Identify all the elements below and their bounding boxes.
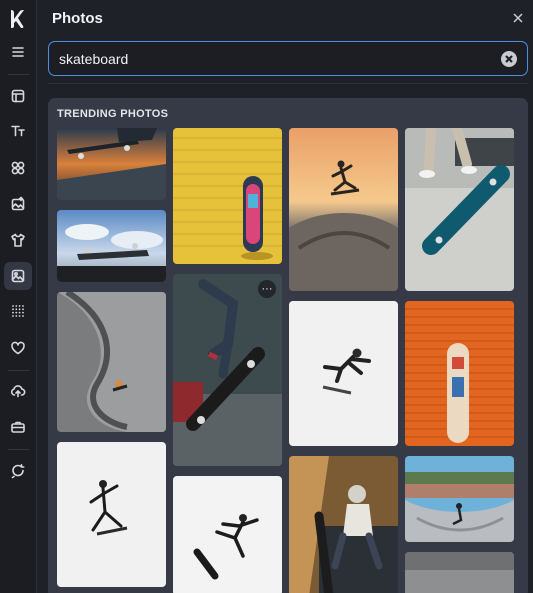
more-options-icon[interactable]: ··· (258, 280, 276, 298)
photo-thumbnail[interactable] (173, 476, 282, 593)
photo-thumbnail[interactable] (405, 301, 514, 446)
photo-thumbnail[interactable] (173, 128, 282, 264)
photo-thumbnail[interactable] (289, 128, 398, 291)
photo-thumbnail[interactable] (289, 456, 398, 593)
close-icon[interactable] (511, 11, 525, 25)
photo-thumbnail[interactable] (57, 210, 166, 282)
photo-thumbnail[interactable]: ··· (173, 274, 282, 466)
app-logo-icon[interactable] (6, 7, 30, 31)
divider (48, 83, 528, 84)
heart-icon[interactable] (4, 334, 32, 362)
panel-title: Photos (52, 10, 103, 27)
photo-thumbnail[interactable] (405, 552, 514, 593)
photo-thumbnail[interactable] (57, 442, 166, 587)
photo-thumbnail[interactable] (405, 128, 514, 291)
chat-refresh-icon[interactable] (4, 457, 32, 485)
menu-icon[interactable] (4, 38, 32, 66)
grid-dots-icon[interactable] (4, 297, 32, 325)
upload-image-icon[interactable] (4, 190, 32, 218)
rail-divider (8, 74, 29, 75)
briefcase-icon[interactable] (4, 413, 32, 441)
photo-gallery: TRENDING PHOTOS ··· (48, 98, 528, 593)
photo-thumbnail[interactable] (57, 128, 166, 200)
rail-divider (8, 370, 29, 371)
app-window: Photos TRENDING PHOTOS (0, 0, 533, 593)
cloud-upload-icon[interactable] (4, 377, 32, 405)
tshirt-icon[interactable] (4, 226, 32, 254)
left-sidebar (0, 0, 37, 593)
photos-icon[interactable] (4, 262, 32, 290)
section-title: TRENDING PHOTOS (57, 108, 169, 120)
layout-icon[interactable] (4, 82, 32, 110)
text-icon[interactable] (4, 117, 32, 145)
search-input[interactable] (59, 50, 479, 68)
photo-thumbnail[interactable] (405, 456, 514, 542)
elements-icon[interactable] (4, 154, 32, 182)
search-box (48, 41, 528, 76)
photos-panel: Photos TRENDING PHOTOS (38, 0, 533, 593)
clear-search-icon[interactable] (501, 51, 517, 67)
photo-thumbnail[interactable] (289, 301, 398, 446)
photo-thumbnail[interactable] (57, 292, 166, 432)
rail-divider (8, 449, 29, 450)
